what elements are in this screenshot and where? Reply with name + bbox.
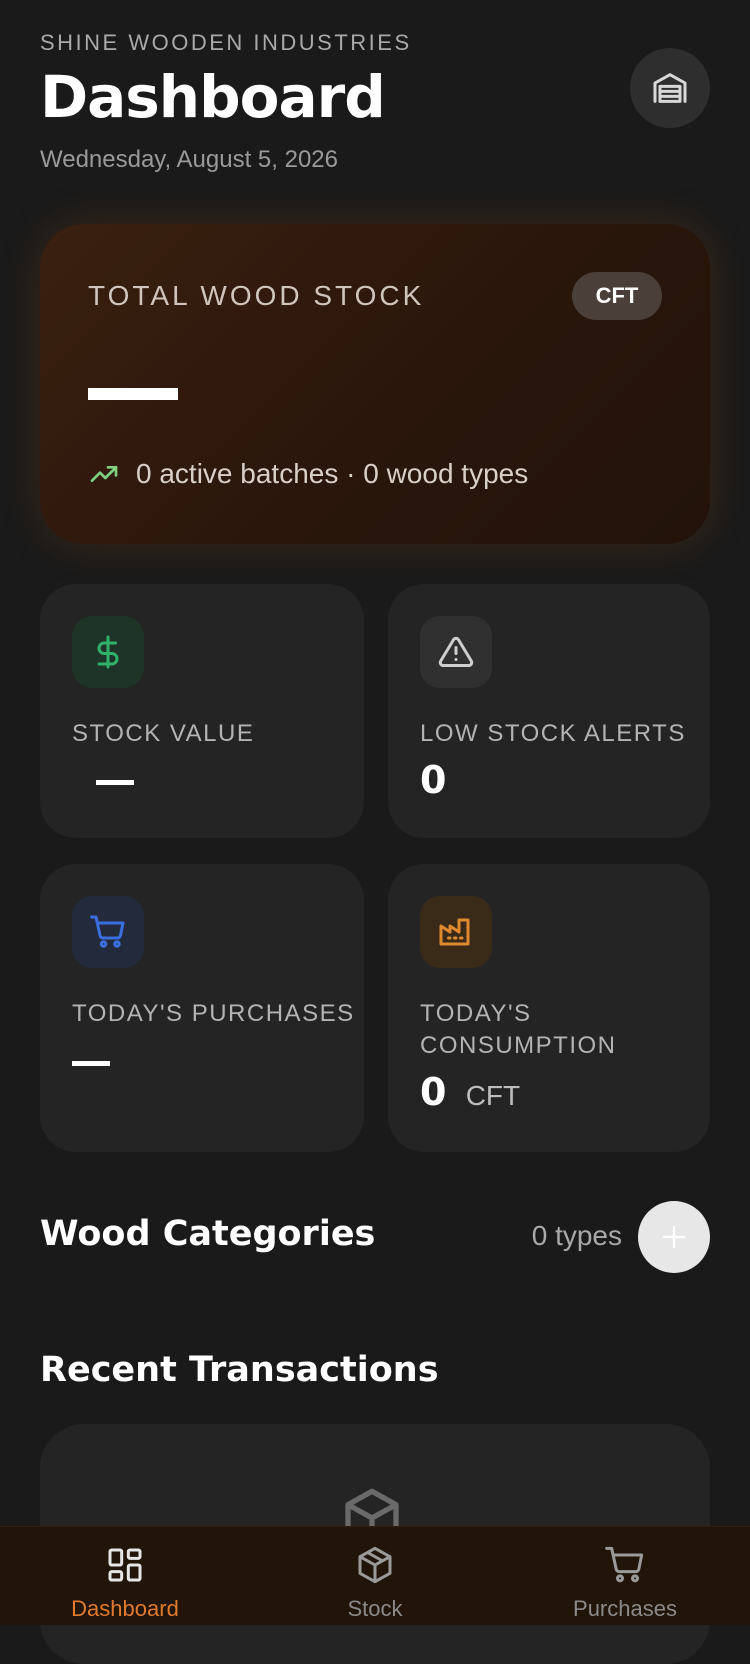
low-stock-alerts-card[interactable]: LOW STOCK ALERTS 0 (388, 584, 710, 838)
total-wood-stock-card[interactable]: TOTAL WOOD STOCK CFT 0 active batches · … (40, 224, 710, 544)
box-icon (358, 1546, 392, 1584)
consumption-value: 0 (420, 1070, 447, 1114)
alert-icon-box (420, 616, 492, 688)
nav-label-stock: Stock (347, 1596, 403, 1621)
todays-consumption-card[interactable]: TODAY'S CONSUMPTION 0 CFT (388, 864, 710, 1152)
consumption-value-row: 0 CFT (420, 1070, 520, 1114)
plus-icon (662, 1225, 686, 1249)
stock-value-placeholder (96, 780, 134, 785)
nav-item-dashboard[interactable]: Dashboard (25, 1545, 225, 1622)
consumption-label: TODAY'S CONSUMPTION (420, 998, 617, 1062)
low-stock-value: 0 (420, 758, 447, 802)
nav-item-stock[interactable]: Stock (275, 1545, 475, 1622)
nav-label-purchases: Purchases (573, 1596, 677, 1621)
warning-triangle-icon (438, 636, 474, 667)
total-stock-label: TOTAL WOOD STOCK (88, 280, 425, 311)
factory-icon-box (420, 896, 492, 968)
page-header: SHINE WOODEN INDUSTRIES Dashboard Wednes… (40, 30, 710, 174)
page-title: Dashboard (40, 63, 386, 131)
warehouse-button[interactable] (630, 48, 710, 128)
consumption-label-line1: TODAY'S (420, 1000, 532, 1027)
trending-up-icon (90, 466, 118, 482)
cart-icon (605, 1546, 644, 1583)
stock-summary: 0 active batches · 0 wood types (88, 458, 528, 490)
dashboard-grid-icon (108, 1548, 142, 1582)
stock-value-label: STOCK VALUE (72, 720, 255, 747)
todays-purchases-card[interactable]: TODAY'S PURCHASES (40, 864, 364, 1152)
current-date: Wednesday, August 5, 2026 (40, 145, 338, 173)
consumption-unit: CFT (465, 1080, 521, 1111)
cart-icon (90, 915, 125, 948)
nav-item-purchases[interactable]: Purchases (525, 1545, 725, 1622)
factory-icon (439, 918, 470, 946)
low-stock-label: LOW STOCK ALERTS (420, 720, 686, 747)
wood-types-count: 0 types (531, 1220, 622, 1251)
warehouse-icon (653, 73, 687, 103)
dollar-icon-box (72, 616, 144, 688)
stock-summary-text: 0 active batches · 0 wood types (136, 458, 529, 489)
purchases-label: TODAY'S PURCHASES (72, 1000, 355, 1027)
nav-label-dashboard: Dashboard (71, 1596, 179, 1621)
recent-transactions-title: Recent Transactions (40, 1350, 439, 1390)
consumption-label-line2: CONSUMPTION (420, 1032, 617, 1059)
wood-categories-title: Wood Categories (40, 1214, 376, 1254)
dollar-icon (97, 635, 119, 669)
purchases-value-placeholder (72, 1061, 110, 1066)
bottom-navigation: Dashboard Stock Purchases (0, 1526, 750, 1625)
unit-badge: CFT (572, 272, 662, 320)
total-stock-value-placeholder (88, 388, 178, 400)
cart-icon-box (72, 896, 144, 968)
company-name: SHINE WOODEN INDUSTRIES (40, 30, 412, 55)
add-category-button[interactable] (638, 1201, 710, 1273)
stock-value-card[interactable]: STOCK VALUE (40, 584, 364, 838)
